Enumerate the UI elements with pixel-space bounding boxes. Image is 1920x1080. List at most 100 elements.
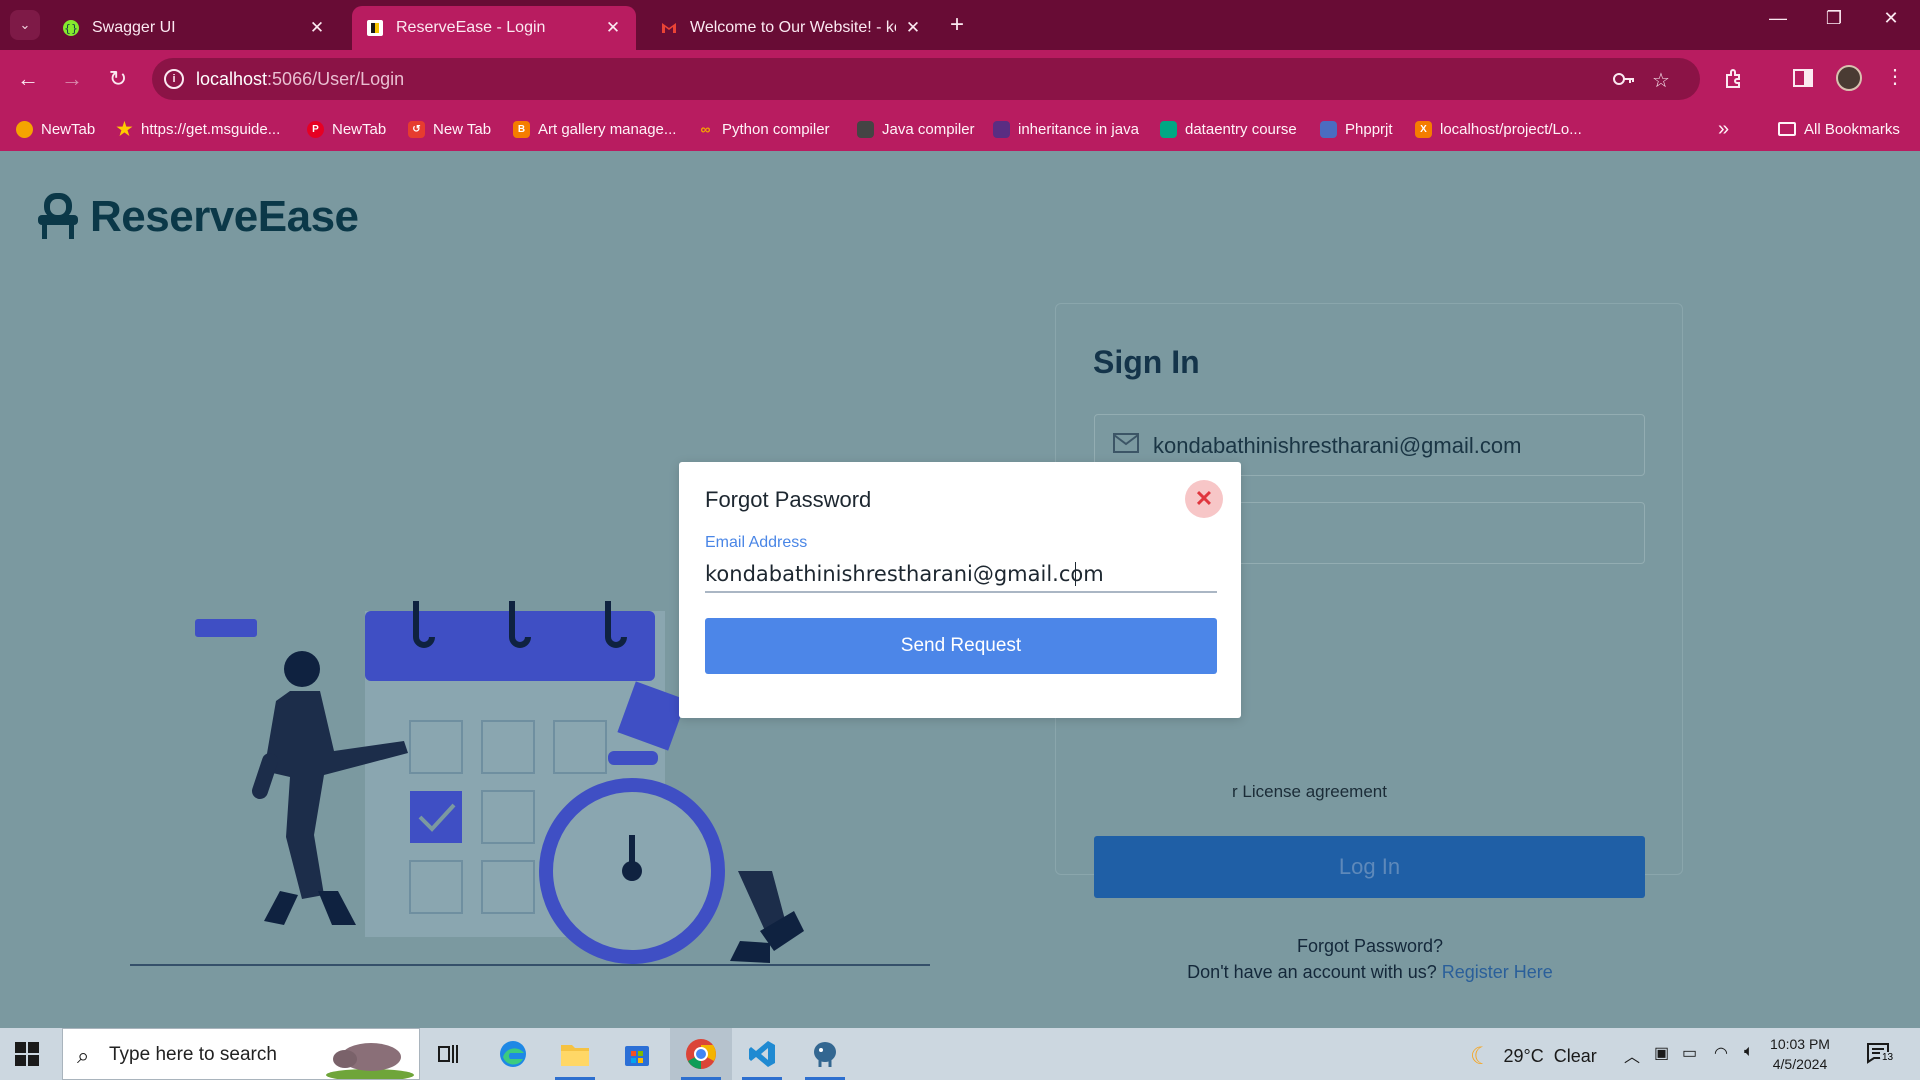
moon-icon: ☾ (1470, 1043, 1492, 1070)
store-icon[interactable] (617, 1036, 657, 1072)
volume-icon[interactable]: 🔈︎ (1744, 1043, 1754, 1061)
bookmark-favicon-icon (1320, 120, 1337, 138)
gmail-icon (662, 23, 676, 33)
reload-button[interactable]: ↻ (102, 63, 134, 95)
chevron-up-icon[interactable]: ︿ (1624, 1043, 1640, 1067)
windows-start-icon[interactable] (14, 1041, 40, 1067)
notifications-icon[interactable]: 13 (1866, 1042, 1896, 1064)
swagger-icon: {} (63, 20, 79, 36)
menu-kebab-icon[interactable]: ⋮ (1880, 64, 1910, 89)
text-cursor (1075, 562, 1076, 586)
close-icon[interactable]: ✕ (308, 18, 326, 38)
close-icon[interactable]: ✕ (604, 18, 622, 38)
tab-gmail[interactable]: Welcome to Our Website! - kon ✕ (646, 6, 936, 50)
send-request-button[interactable]: Send Request (705, 618, 1217, 674)
extensions-icon[interactable] (1720, 67, 1750, 91)
bookmark-favicon-icon: ↺ (408, 120, 425, 138)
weather-desc: Clear (1553, 1046, 1597, 1066)
forgot-password-modal: Forgot Password ✕ Email Address Send Req… (679, 462, 1241, 718)
password-key-icon[interactable] (1612, 70, 1636, 88)
infinity-icon: ∞ (700, 121, 711, 137)
clock[interactable]: 10:03 PM 4/5/2024 (1760, 1034, 1840, 1074)
brand-logo[interactable]: ReserveEase (36, 191, 359, 243)
bookmark-label: inheritance in java (1018, 120, 1139, 138)
more-bookmarks-button[interactable]: » (1718, 117, 1729, 141)
tab-search-dropdown[interactable]: ⌄ (10, 10, 40, 40)
tab-strip: ⌄ {} Swagger UI ✕ ReserveEase - Login ✕ … (0, 0, 1920, 50)
bookmark-item[interactable]: P NewTab (307, 117, 386, 141)
address-bar[interactable]: i localhost:5066/User/Login ☆ (152, 58, 1700, 100)
bookmark-favicon-icon (993, 120, 1010, 138)
wifi-icon[interactable]: ◠ (1714, 1043, 1728, 1063)
email-address-input[interactable] (705, 557, 1217, 593)
bookmark-item[interactable]: Java compiler (857, 117, 975, 141)
window-close-button[interactable]: ✕ (1871, 8, 1911, 29)
tab-title: Swagger UI (92, 19, 176, 36)
email-address-label: Email Address (705, 534, 808, 551)
url-host: localhost (196, 69, 268, 89)
bookmark-item[interactable]: NewTab (16, 117, 95, 141)
mail-icon (1113, 433, 1139, 453)
side-panel-icon[interactable] (1788, 68, 1818, 88)
bookmark-item[interactable]: inheritance in java (993, 117, 1139, 141)
meet-now-icon[interactable]: ▣ (1654, 1043, 1669, 1063)
bookmark-item[interactable]: Xlocalhost/project/Lo... (1415, 117, 1582, 141)
taskbar: ⌕ Type here to search ☾ 29°C Clear ︿ ▣ ▭… (0, 1028, 1920, 1080)
bookmark-item[interactable]: ∞ Python compiler (697, 117, 830, 141)
taskbar-search[interactable]: ⌕ Type here to search (62, 1028, 420, 1080)
bookmark-label: Python compiler (722, 120, 830, 138)
svg-text:{}: {} (64, 22, 78, 35)
bookmark-label: https://get.msguide... (141, 120, 281, 138)
bookmark-item[interactable]: B Art gallery manage... (513, 117, 676, 141)
back-button[interactable]: ← (12, 63, 44, 95)
bookmark-item[interactable]: ↺ New Tab (408, 117, 491, 141)
tab-title: ReserveEase - Login (396, 19, 546, 36)
file-explorer-icon[interactable] (555, 1036, 595, 1080)
notification-count: 13 (1880, 1052, 1896, 1063)
bookmark-item[interactable]: dataentry course (1160, 117, 1297, 141)
restore-button[interactable]: ❐ (1814, 8, 1854, 29)
chevron-down-icon: ⌄ (19, 17, 31, 32)
modal-title: Forgot Password (705, 487, 872, 512)
minimize-button[interactable]: — (1758, 8, 1798, 29)
close-icon[interactable]: ✕ (1185, 480, 1223, 518)
bookmark-label: Java compiler (882, 120, 975, 138)
edge-icon[interactable] (493, 1036, 533, 1072)
bookmark-star-icon[interactable]: ☆ (1652, 68, 1670, 93)
bookmark-item[interactable]: ★ https://get.msguide... (116, 117, 280, 141)
all-bookmarks-label: All Bookmarks (1804, 120, 1900, 138)
bookmark-favicon-icon (1160, 120, 1177, 138)
toolbar: ← → ↻ i localhost:5066/User/Login ☆ ⋮ (0, 50, 1920, 108)
forgot-password-link[interactable]: Forgot Password? (1056, 936, 1684, 957)
chrome-icon[interactable] (681, 1036, 721, 1080)
bookmark-item[interactable]: Phpprjt (1320, 117, 1393, 141)
task-view-icon[interactable] (430, 1036, 470, 1072)
battery-icon[interactable]: ▭ (1682, 1043, 1697, 1063)
bookmark-label: NewTab (332, 120, 387, 138)
search-icon: ⌕ (77, 1043, 90, 1068)
profile-avatar[interactable] (1836, 65, 1862, 91)
register-link[interactable]: Register Here (1442, 962, 1553, 982)
signin-title: Sign In (1093, 344, 1200, 380)
license-agreement-text[interactable]: r License agreement (1232, 782, 1387, 802)
url-text[interactable]: localhost:5066/User/Login (196, 69, 404, 90)
bookmark-favicon-icon (16, 120, 33, 138)
bookmark-label: Art gallery manage... (538, 120, 677, 138)
tab-swagger[interactable]: {} Swagger UI ✕ (48, 6, 340, 50)
site-info-icon[interactable]: i (164, 69, 184, 89)
bookmark-label: New Tab (433, 120, 492, 138)
bookmark-favicon-icon (857, 120, 874, 138)
weather-widget[interactable]: ☾ 29°C Clear (1470, 1042, 1597, 1071)
forward-button[interactable]: → (56, 63, 88, 95)
new-tab-button[interactable]: + (950, 12, 964, 38)
login-button[interactable]: Log In (1094, 836, 1645, 898)
vscode-icon[interactable] (742, 1036, 782, 1080)
all-bookmarks-button[interactable]: All Bookmarks (1778, 117, 1900, 141)
tab-reserveease-login[interactable]: ReserveEase - Login ✕ (352, 6, 636, 50)
postgresql-icon[interactable] (805, 1036, 845, 1080)
weather-temp: 29°C (1503, 1046, 1544, 1066)
bookmark-label: dataentry course (1185, 120, 1297, 138)
close-icon[interactable]: ✕ (904, 18, 922, 38)
blogger-icon: B (513, 120, 530, 138)
bookmark-favicon-icon: X (1415, 120, 1432, 138)
